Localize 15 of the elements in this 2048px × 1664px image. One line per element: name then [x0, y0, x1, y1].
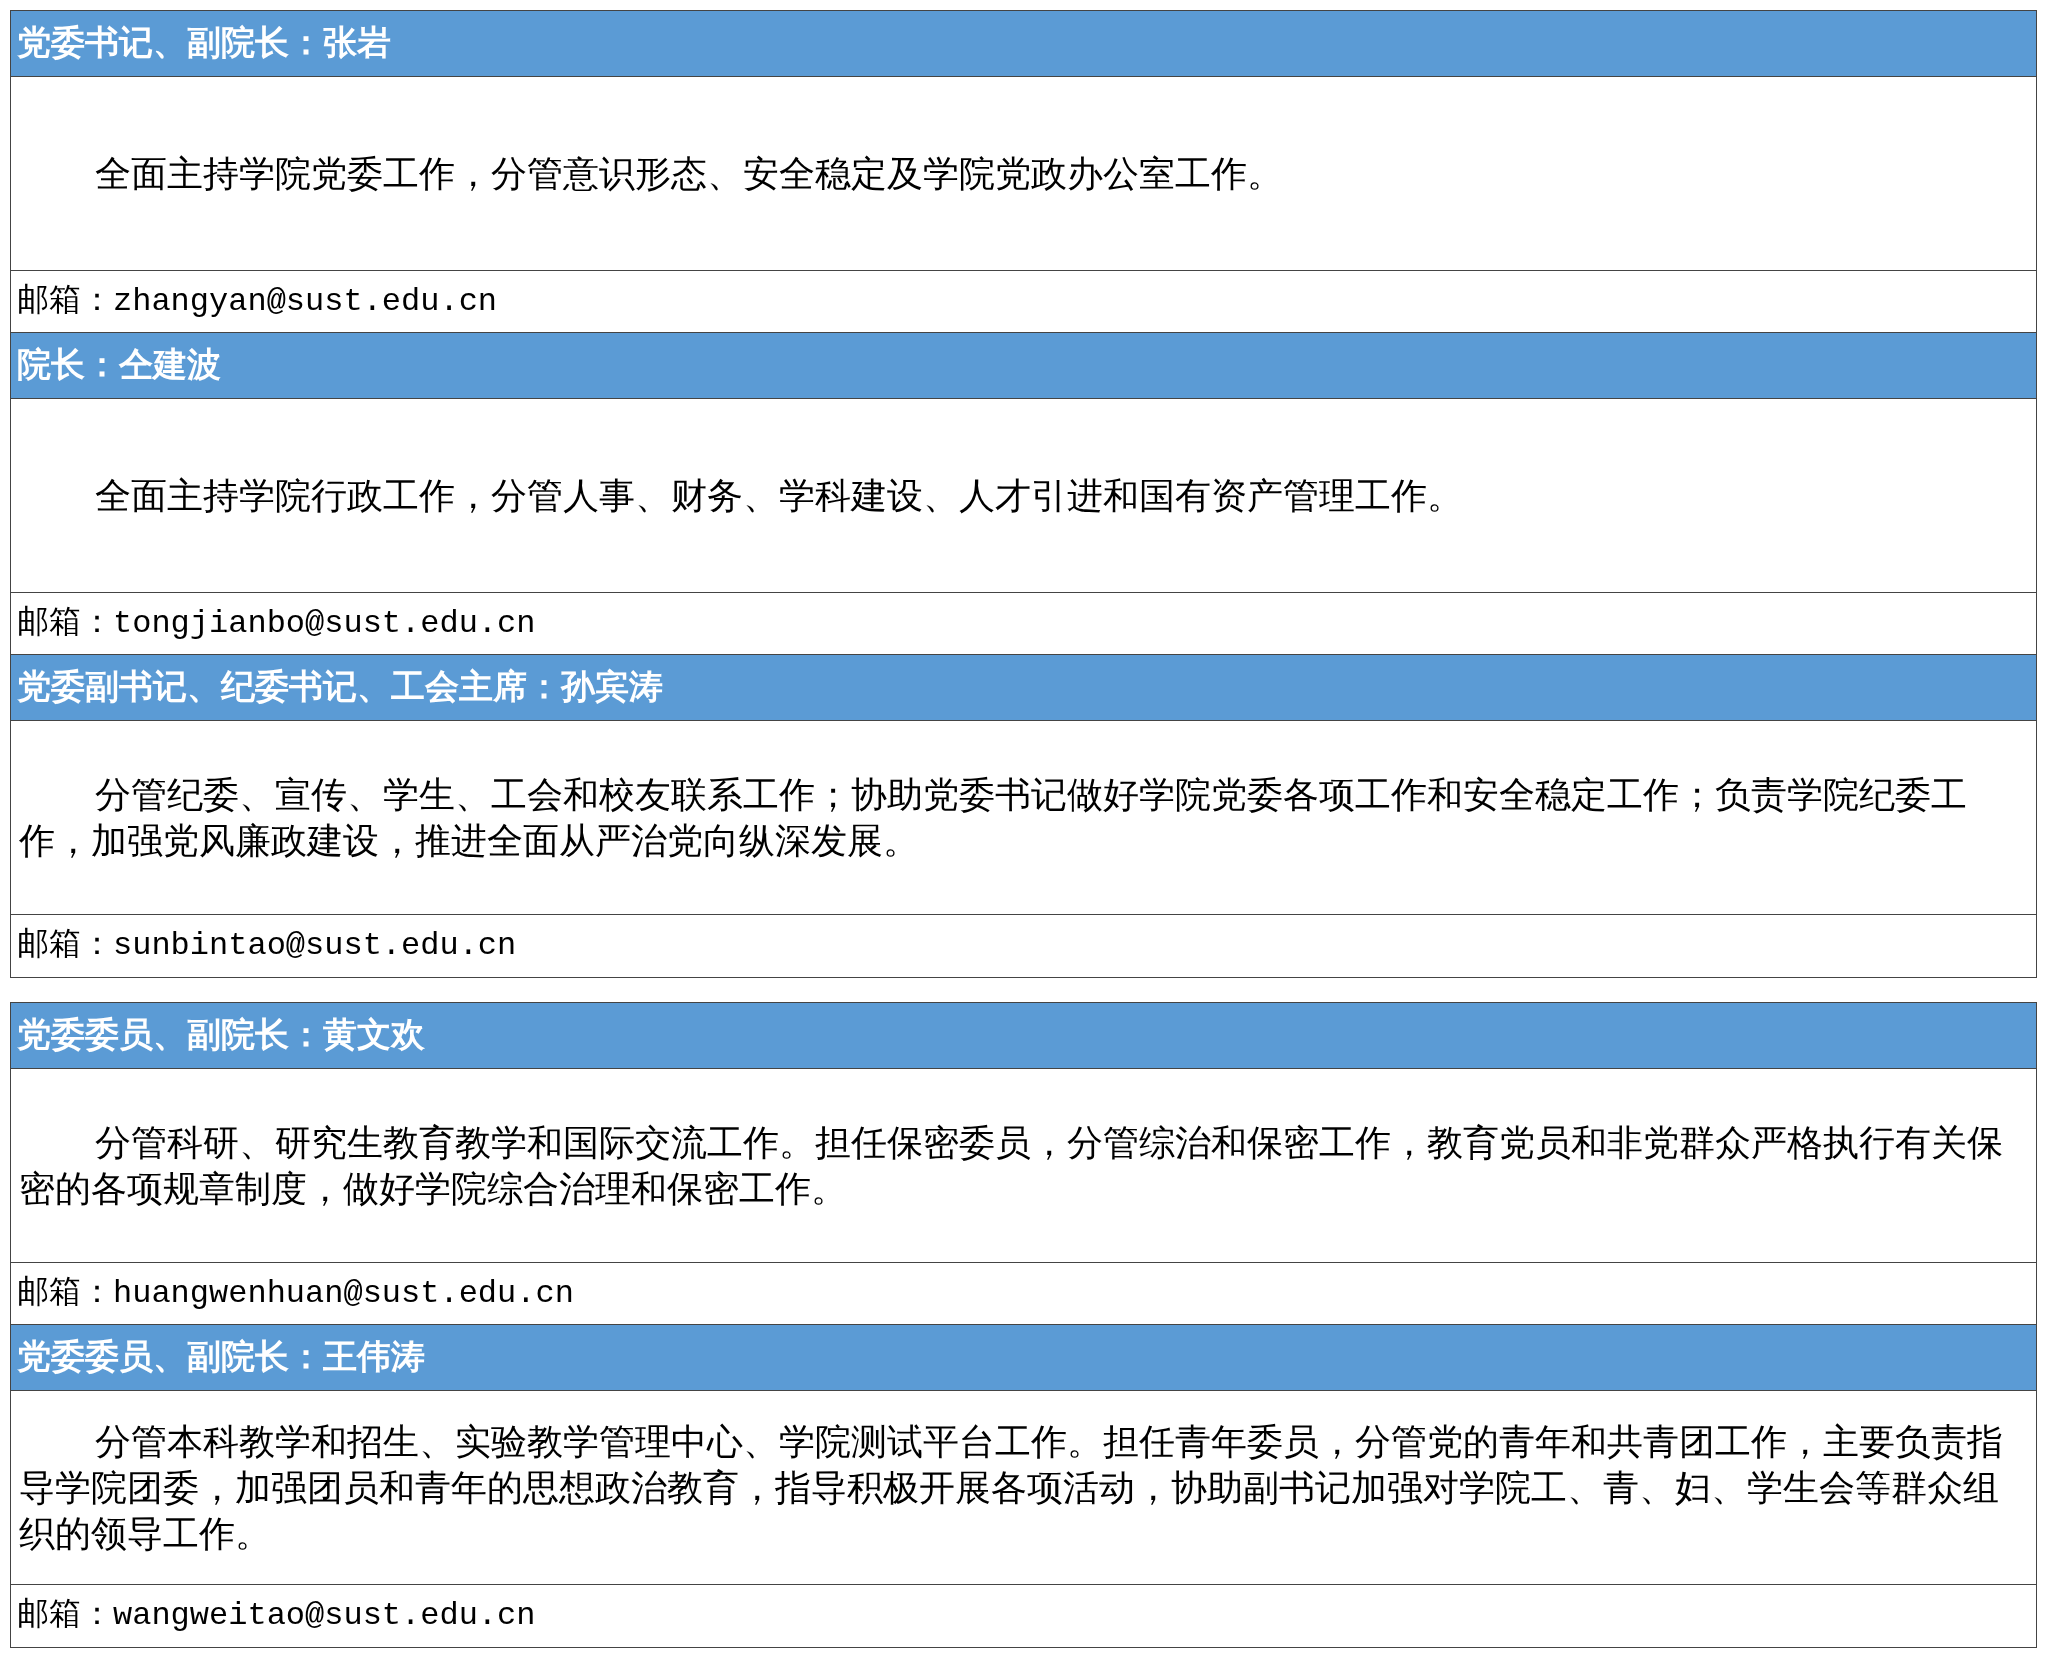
duty-description: 分管本科教学和招生、实验教学管理中心、学院测试平台工作。担任青年委员，分管党的青年和共青团工作，主要负责指导学院团委，加强团员和青年的思想政治教育，指导积极开展各项活动，协助副书记加强对学院工、青、妇、学生会等群众组织的领导工作。 — [19, 1420, 2004, 1556]
email-address: 邮箱：sunbintao@sust.edu.cn — [17, 926, 517, 966]
email-address: 邮箱：wangweitao@sust.edu.cn — [17, 1596, 536, 1636]
section-header: 党委副书记、纪委书记、工会主席：孙宾涛 — [11, 655, 2036, 721]
email-address: 邮箱：zhangyan@sust.edu.cn — [17, 281, 498, 322]
email-address: 邮箱：tongjianbo@sust.edu.cn — [17, 603, 536, 644]
duty-description: 分管纪委、宣传、学生、工会和校友联系工作；协助党委书记做好学院党委各项工作和安全稳定工作；负责学院纪委工作，加强党风廉政建设，推进全面从严治党向纵深发展。 — [19, 773, 1968, 863]
duty-description: 分管科研、研究生教育教学和国际交流工作。担任保密委员，分管综治和保密工作，教育党员和非党群众严格执行有关保密的各项规章制度，做好学院综合治理和保密工作。 — [19, 1121, 2004, 1211]
duty-description: 全面主持学院党委工作，分管意识形态、安全稳定及学院党政办公室工作。 — [94, 152, 1283, 196]
duty-description: 全面主持学院行政工作，分管人事、财务、学科建设、人才引进和国有资产管理工作。 — [94, 474, 1463, 518]
section-header: 党委委员、副院长：王伟涛 — [11, 1325, 2036, 1391]
section-header: 院长：仝建波 — [11, 333, 2036, 399]
section-header: 党委书记、副院长：张岩 — [11, 11, 2036, 77]
email-address: 邮箱：huangwenhuan@sust.edu.cn — [17, 1273, 574, 1314]
section-header: 党委委员、副院长：黄文欢 — [11, 1003, 2036, 1069]
